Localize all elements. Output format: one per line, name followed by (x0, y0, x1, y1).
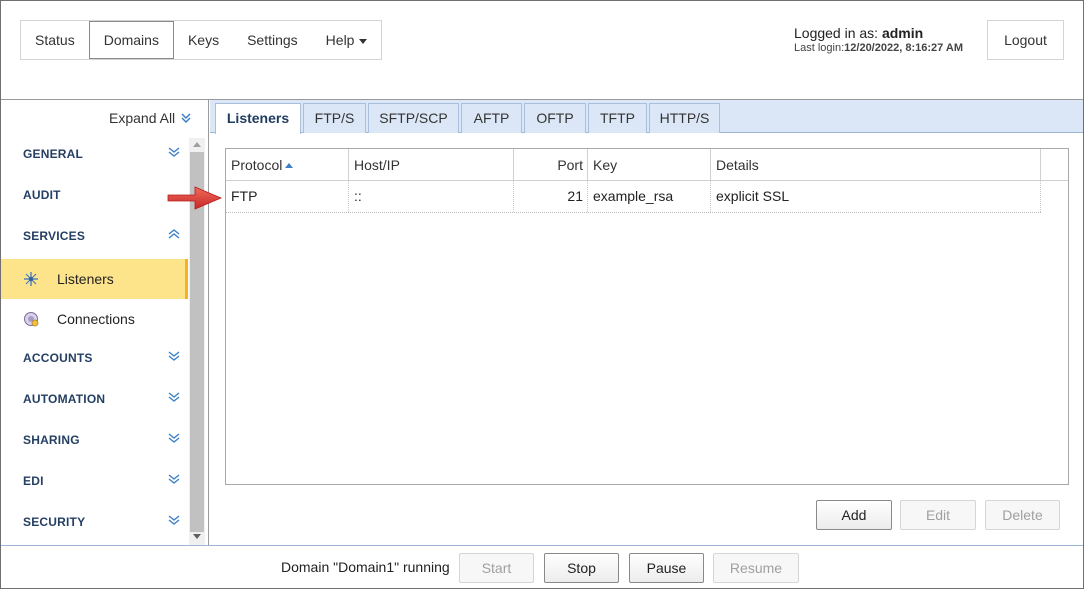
tab-tftp[interactable]: TFTP (588, 103, 647, 133)
sort-ascending-icon (285, 162, 294, 168)
sidebar-item-listeners[interactable]: Listeners (1, 259, 188, 299)
double-chevron-down-icon[interactable] (167, 512, 181, 528)
nav-settings[interactable]: Settings (233, 21, 312, 59)
edit-button[interactable]: Edit (900, 500, 976, 530)
cell-port: 21 (514, 181, 588, 212)
sidebar-section-automation[interactable]: AUTOMATION (1, 380, 189, 421)
sidebar-section-audit[interactable]: AUDIT (1, 176, 189, 217)
nav-help-label: Help (325, 32, 355, 48)
sidebar-item-connections[interactable]: Connections (1, 299, 188, 339)
column-header-host[interactable]: Host/IP (349, 149, 514, 181)
top-navigation: Status Domains Keys Settings Help (20, 20, 383, 60)
column-header-details[interactable]: Details (711, 149, 1041, 181)
double-chevron-down-icon[interactable] (167, 389, 181, 405)
sidebar: Expand All GENERAL AUDIT SERVICES Listen… (1, 100, 209, 545)
tab-sftp-scp[interactable]: SFTP/SCP (368, 103, 459, 133)
logged-in-prefix: Logged in as: (794, 25, 882, 41)
listeners-table: Protocol Host/IP Port Key Details FTP ::… (225, 148, 1069, 485)
expand-all-label: Expand All (109, 110, 176, 126)
nav-help[interactable]: Help (312, 21, 382, 59)
connections-icon (24, 312, 39, 327)
double-chevron-down-icon[interactable] (167, 430, 181, 446)
sidebar-section-general[interactable]: GENERAL (1, 135, 189, 176)
login-info: Logged in as: admin Last login:12/20/202… (794, 25, 963, 54)
last-login-label: Last login: (794, 42, 845, 54)
sidebar-section-label: SHARING (23, 433, 80, 447)
sidebar-section-label: ACCOUNTS (23, 351, 93, 365)
scroll-up-arrow-icon[interactable] (193, 142, 201, 147)
expand-all-button[interactable]: Expand All (109, 110, 192, 126)
footer-divider (1, 545, 1083, 546)
cell-key: example_rsa (588, 181, 711, 212)
pause-button[interactable]: Pause (629, 553, 704, 583)
last-login: Last login:12/20/2022, 8:16:27 AM (794, 42, 963, 54)
sidebar-section-label: GENERAL (23, 147, 84, 161)
sidebar-section-label: AUTOMATION (23, 392, 106, 406)
logged-in-as: Logged in as: admin (794, 25, 963, 41)
table-header: Protocol Host/IP Port Key Details (226, 149, 1068, 181)
red-arrow-annotation-icon (167, 186, 223, 210)
sidebar-section-label: AUDIT (23, 188, 61, 202)
double-chevron-down-icon[interactable] (167, 144, 181, 160)
sidebar-section-label: SECURITY (23, 515, 86, 529)
add-button[interactable]: Add (816, 500, 892, 530)
table-row[interactable]: FTP :: 21 example_rsa explicit SSL (226, 181, 1041, 213)
double-chevron-up-icon[interactable] (167, 226, 181, 242)
resume-button[interactable]: Resume (713, 553, 799, 583)
domain-status: Domain "Domain1" running (281, 559, 450, 575)
column-header-port[interactable]: Port (514, 149, 588, 181)
delete-button[interactable]: Delete (985, 500, 1060, 530)
main-panel: Listeners FTP/S SFTP/SCP AFTP OFTP TFTP … (210, 100, 1083, 545)
double-chevron-down-icon[interactable] (167, 348, 181, 364)
column-header-protocol[interactable]: Protocol (226, 149, 349, 181)
stop-button[interactable]: Stop (544, 553, 619, 583)
tab-http-s[interactable]: HTTP/S (649, 103, 720, 133)
column-header-label: Protocol (231, 157, 283, 173)
sidebar-item-label: Connections (57, 311, 135, 327)
tab-aftp[interactable]: AFTP (461, 103, 522, 133)
cell-details: explicit SSL (711, 181, 1041, 212)
double-chevron-down-icon[interactable] (167, 471, 181, 487)
column-header-key[interactable]: Key (588, 149, 711, 181)
sidebar-item-label: Listeners (57, 271, 114, 287)
listeners-icon (24, 272, 38, 286)
sidebar-section-accounts[interactable]: ACCOUNTS (1, 339, 189, 380)
sidebar-section-label: SERVICES (23, 229, 86, 243)
double-chevron-down-icon (181, 113, 191, 124)
logged-in-user: admin (881, 25, 924, 41)
nav-keys[interactable]: Keys (174, 21, 233, 59)
sidebar-section-sharing[interactable]: SHARING (1, 421, 189, 462)
cell-host: :: (349, 181, 514, 212)
tab-bar: Listeners FTP/S SFTP/SCP AFTP OFTP TFTP … (210, 100, 1083, 134)
nav-status[interactable]: Status (21, 21, 89, 59)
sidebar-section-edi[interactable]: EDI (1, 462, 189, 503)
start-button[interactable]: Start (459, 553, 534, 583)
scroll-down-arrow-icon[interactable] (193, 534, 201, 539)
sidebar-section-services[interactable]: SERVICES (1, 217, 189, 258)
nav-domains[interactable]: Domains (88, 21, 174, 59)
cell-protocol: FTP (226, 181, 349, 212)
last-login-value: 12/20/2022, 8:16:27 AM (844, 42, 963, 54)
logout-button[interactable]: Logout (987, 20, 1064, 60)
sidebar-section-label: EDI (23, 474, 44, 488)
tab-ftps[interactable]: FTP/S (303, 103, 366, 133)
tab-oftp[interactable]: OFTP (524, 103, 586, 133)
sidebar-section-security[interactable]: SECURITY (1, 503, 189, 544)
tab-listeners[interactable]: Listeners (215, 103, 301, 134)
caret-down-icon (359, 38, 368, 44)
